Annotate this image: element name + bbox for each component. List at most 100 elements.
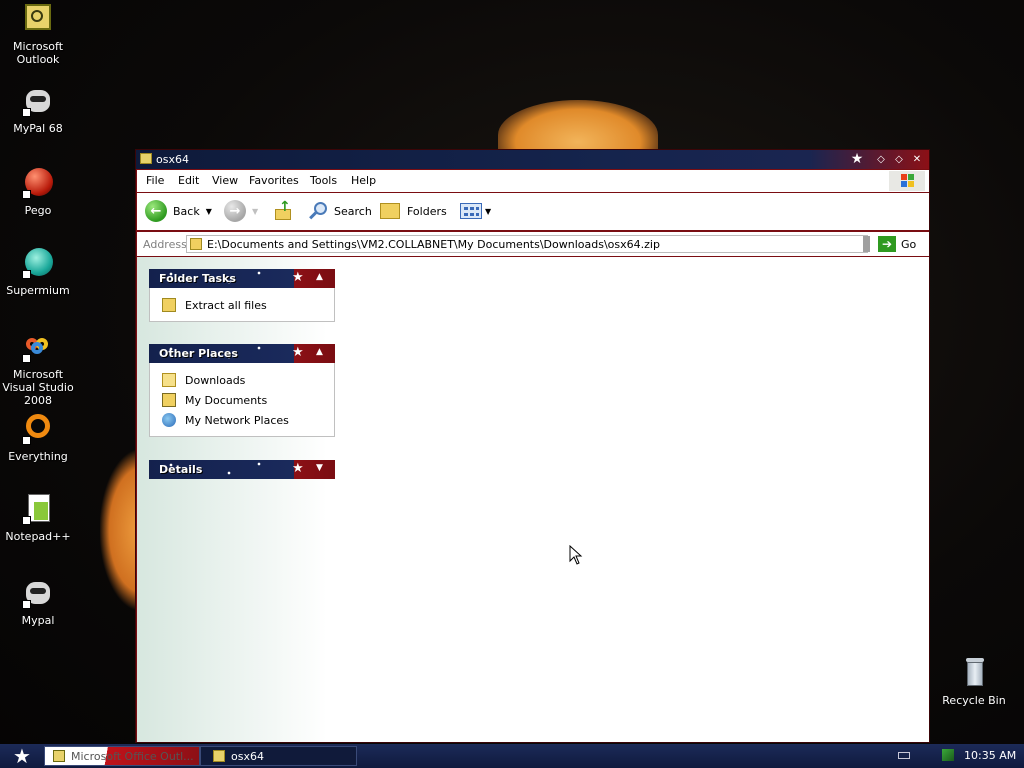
desktop-icon-label: Recycle Bin [942, 694, 1006, 707]
network-places-icon [162, 413, 176, 427]
desktop-icon-mypal[interactable]: Mypal [0, 578, 76, 627]
go-arrow-icon: ➔ [878, 236, 896, 252]
mypal-icon [22, 578, 54, 610]
system-tray: 10:35 AM [878, 744, 1024, 768]
minimize-button[interactable]: ◇ [874, 153, 888, 166]
forward-button[interactable]: → ▼ [224, 199, 258, 223]
folder-zip-icon [140, 153, 152, 164]
place-my-documents[interactable]: My Documents [150, 390, 334, 410]
panel-body: Extract all files [149, 288, 335, 322]
address-input[interactable]: E:\Documents and Settings\VM2.COLLABNET\… [186, 235, 868, 253]
panel-body: Downloads My Documents My Network Places [149, 363, 335, 437]
desktop-icon-everything[interactable]: Everything [0, 414, 76, 463]
notepadpp-icon [22, 494, 54, 526]
window-title: osx64 [156, 153, 189, 166]
star-icon: ★ [850, 151, 864, 167]
zip-folder-icon [162, 298, 176, 312]
visual-studio-icon [22, 332, 54, 364]
panel-title: Details [159, 463, 203, 476]
star-icon: ★ [292, 270, 304, 285]
star-icon: ★ [292, 461, 304, 476]
chevron-down-icon: ▼ [252, 206, 259, 216]
cursor-icon [569, 545, 583, 565]
chevron-down-icon: ▼ [205, 206, 212, 216]
explorer-window[interactable]: osx64 ★ ◇ ◇ ✕ File Edit View Favorites T… [135, 149, 930, 743]
menu-view[interactable]: View [212, 174, 238, 187]
other-places-panel: Other Places ★ ▲ Downloads My Documents … [149, 344, 335, 437]
desktop-icon-notepadpp[interactable]: Notepad++ [0, 494, 76, 543]
desktop-icon-visual-studio[interactable]: Microsoft Visual Studio 2008 [0, 332, 76, 407]
menu-file[interactable]: File [146, 174, 164, 187]
forward-arrow-icon: → [224, 200, 246, 222]
toolbar: ← Back ▼ → ▼ ↑ Search Folders ▼ [137, 193, 929, 230]
panel-title: Folder Tasks [159, 272, 236, 285]
chevron-down-icon: ▼ [316, 463, 323, 473]
desktop-icon-outlook[interactable]: Microsoft Outlook [0, 4, 76, 66]
folder-icon [162, 373, 176, 387]
desktop-icon-recycle-bin[interactable]: Recycle Bin [936, 658, 1012, 707]
taskbar-item-outlook[interactable]: Microsoft Office Outl... [44, 746, 200, 766]
address-value: E:\Documents and Settings\VM2.COLLABNET\… [207, 238, 660, 251]
search-icon [308, 201, 328, 221]
outlook-icon [22, 4, 54, 36]
pego-icon [22, 168, 54, 200]
address-label: Address [143, 238, 187, 251]
keyboard-icon[interactable] [898, 752, 910, 759]
extract-all-files-link[interactable]: Extract all files [150, 295, 334, 315]
place-downloads[interactable]: Downloads [150, 370, 334, 390]
network-icon[interactable] [942, 749, 954, 761]
details-header[interactable]: Details ★ ▼ [149, 460, 335, 479]
folder-tasks-header[interactable]: Folder Tasks ★ ▲ [149, 269, 335, 288]
back-button[interactable]: ← Back ▼ [145, 199, 212, 223]
go-button[interactable]: ➔ Go [878, 235, 916, 253]
panel-title: Other Places [159, 347, 238, 360]
views-button[interactable]: ▼ [460, 199, 491, 223]
desktop-icon-label: Mypal [21, 614, 55, 627]
task-label: Extract all files [185, 298, 267, 312]
up-folder-button[interactable]: ↑ [273, 199, 293, 223]
place-my-network-places[interactable]: My Network Places [150, 410, 334, 430]
close-button[interactable]: ✕ [910, 153, 924, 166]
search-button[interactable]: Search [308, 199, 372, 223]
desktop-icon-pego[interactable]: Pego [0, 168, 76, 217]
menu-tools[interactable]: Tools [310, 174, 337, 187]
clock[interactable]: 10:35 AM [964, 749, 1016, 762]
maximize-button[interactable]: ◇ [892, 153, 906, 166]
place-label: My Network Places [185, 413, 289, 427]
place-label: My Documents [185, 393, 268, 407]
desktop-icon-label: Microsoft Visual Studio 2008 [2, 368, 74, 407]
up-folder-icon: ↑ [273, 200, 293, 221]
back-label: Back [173, 204, 200, 218]
my-documents-icon [162, 393, 176, 407]
recycle-bin-icon [958, 658, 990, 690]
desktop-icon-mypal68[interactable]: MyPal 68 [0, 86, 76, 135]
taskbar: ★ Microsoft Office Outl... osx64 10:35 A… [0, 744, 1024, 768]
folder-tasks-panel: Folder Tasks ★ ▲ Extract all files [149, 269, 335, 322]
desktop-icon-label: MyPal 68 [13, 122, 63, 135]
content-area[interactable]: Folder Tasks ★ ▲ Extract all files Other… [137, 257, 929, 742]
folders-button[interactable]: Folders [380, 199, 447, 223]
address-bar: Address E:\Documents and Settings\VM2.CO… [137, 232, 929, 256]
star-icon: ★ [292, 345, 304, 360]
menu-favorites[interactable]: Favorites [249, 174, 299, 187]
folder-icon [380, 203, 400, 219]
chevron-down-icon: ▼ [485, 206, 492, 216]
other-places-header[interactable]: Other Places ★ ▲ [149, 344, 335, 363]
address-dropdown[interactable] [863, 236, 870, 252]
folder-zip-icon [213, 750, 225, 762]
supermium-icon [22, 248, 54, 280]
taskbar-item-label: osx64 [231, 749, 264, 763]
taskbar-item-label: Microsoft Office Outl... [71, 749, 194, 763]
desktop-icon-label: Everything [8, 450, 68, 463]
desktop-icon-supermium[interactable]: Supermium [0, 248, 76, 297]
chevron-up-icon: ▲ [316, 347, 323, 357]
windows-logo-icon [889, 171, 925, 191]
menu-help[interactable]: Help [351, 174, 376, 187]
start-button[interactable]: ★ [0, 744, 44, 768]
title-bar[interactable]: osx64 ★ ◇ ◇ ✕ [136, 150, 929, 169]
menu-edit[interactable]: Edit [178, 174, 199, 187]
place-label: Downloads [185, 373, 246, 387]
taskbar-item-osx64[interactable]: osx64 [200, 746, 357, 766]
search-label: Search [334, 204, 372, 218]
menu-bar: File Edit View Favorites Tools Help [137, 170, 929, 192]
